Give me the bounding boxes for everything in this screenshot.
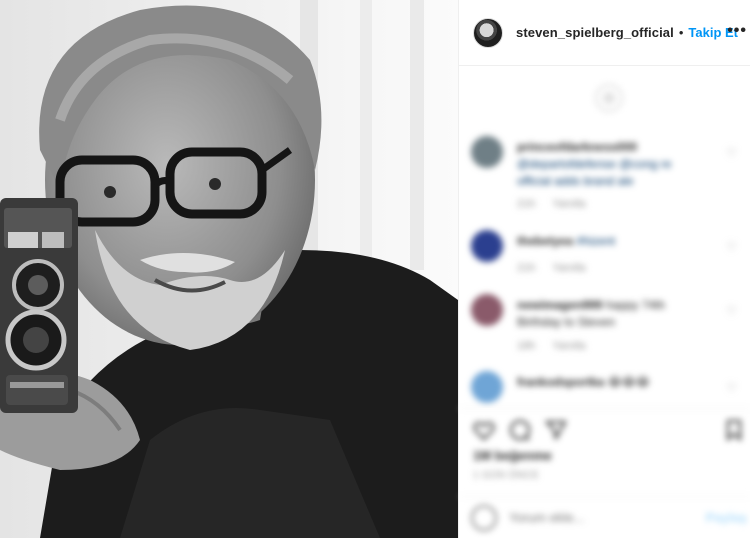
comment-reply-button[interactable]: Yanıtla <box>552 262 585 274</box>
comments-list[interactable]: princeofdarkness000 @departofdefense @co… <box>459 66 750 408</box>
comment-meta: 21h Yanıtla <box>517 198 600 210</box>
post-header: steven_spielberg_official • Takip Et ••• <box>459 0 750 66</box>
comment-avatar[interactable] <box>471 136 503 168</box>
comment-body: #hizent <box>576 234 616 248</box>
comment-reply-button[interactable]: Yanıtla <box>552 340 585 352</box>
comment-time: 21h <box>517 262 536 274</box>
post-side-panel: steven_spielberg_official • Takip Et •••… <box>458 0 750 538</box>
comment-text: thebetyea #hizent <box>517 233 707 250</box>
post-image <box>0 0 458 538</box>
comment-reply-button[interactable]: Yanıtla <box>552 198 585 210</box>
post-author-username[interactable]: steven_spielberg_official <box>516 25 674 40</box>
comment-text: frankodsportka 😂😂😂 <box>517 374 707 391</box>
emoji-icon[interactable] <box>471 504 497 531</box>
post-actions-bar <box>459 408 750 450</box>
avatar[interactable] <box>473 17 503 48</box>
comment-meta: 18h Yanıtla <box>517 340 600 352</box>
heart-icon[interactable]: ♡ <box>726 146 737 160</box>
comment-username[interactable]: princeofdarkness000 <box>517 140 637 154</box>
likes-count[interactable]: 1M beğenme <box>473 448 552 463</box>
comment-meta: 21h Yanıtla <box>517 262 600 274</box>
comment-username[interactable]: thebetyea <box>517 234 573 248</box>
comment-avatar[interactable] <box>471 294 503 326</box>
comment-text: princeofdarkness000 @departofdefense @co… <box>517 139 707 190</box>
comment-body: @departofdefense @cong re official adds … <box>517 157 672 188</box>
comment-username[interactable]: frankodsportka <box>517 375 604 389</box>
comment-text: newimagen999 happy 74th Birthday to Stev… <box>517 297 707 331</box>
separator-dot: • <box>678 25 684 40</box>
comment-avatar[interactable] <box>471 230 503 262</box>
post-date: 1 GÜN ÖNCE <box>473 470 540 481</box>
load-more-comments-button[interactable] <box>595 84 623 112</box>
comment-avatar[interactable] <box>471 371 503 403</box>
more-horizontal-icon[interactable]: ••• <box>727 22 747 40</box>
bookmark-icon[interactable] <box>721 417 747 443</box>
plus-circle-icon <box>604 93 614 103</box>
like-heart-icon[interactable] <box>471 417 497 443</box>
heart-icon[interactable]: ♡ <box>726 240 737 254</box>
share-send-icon[interactable] <box>543 417 569 443</box>
comment-time: 21h <box>517 198 536 210</box>
post-comment-button[interactable]: Paylaş <box>706 510 747 525</box>
heart-icon[interactable]: ♡ <box>726 381 737 395</box>
add-comment-bar: Paylaş <box>459 496 750 538</box>
comment-body: 😂😂😂 <box>607 375 650 389</box>
heart-icon[interactable]: ♡ <box>726 304 737 318</box>
comment-time: 18h <box>517 340 536 352</box>
comment-username[interactable]: newimagen999 <box>517 298 602 312</box>
post-photo[interactable] <box>0 0 458 538</box>
comment-bubble-icon[interactable] <box>507 417 533 443</box>
comment-input[interactable] <box>509 510 699 525</box>
